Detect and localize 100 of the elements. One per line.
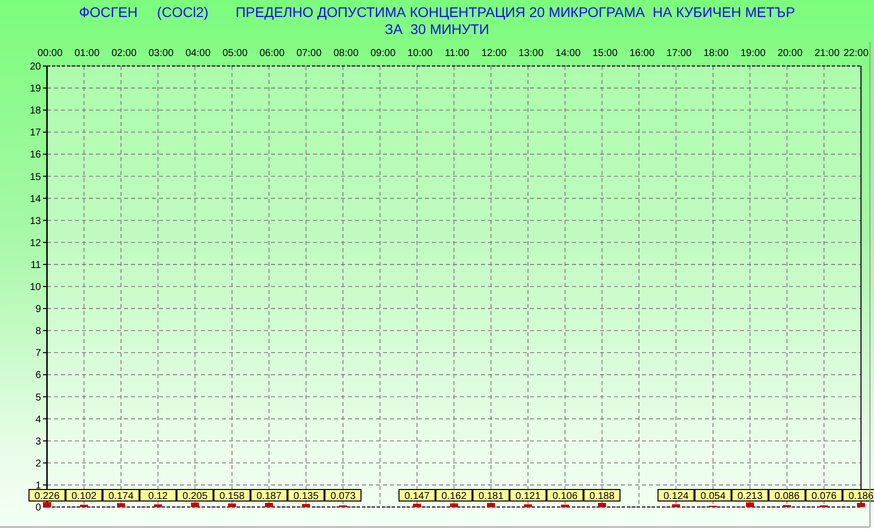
tick-label: 2 bbox=[35, 458, 41, 470]
data-label: 0.102 bbox=[66, 489, 102, 502]
chart-title: ФОСГЕН (COCl2) ПРЕДЕЛНО ДОПУСТИМА КОНЦЕНТРАЦИЯ 20 МИКРОГРАМА НА КУБИЧЕН МЕТЪР bbox=[78, 4, 796, 21]
tick-label: 19:00 bbox=[740, 48, 766, 59]
data-label: 0.054 bbox=[700, 491, 726, 502]
data-label: 0.12 bbox=[148, 491, 168, 502]
tick-label: 17:00 bbox=[666, 48, 692, 59]
tick-label: 15 bbox=[30, 172, 41, 183]
tick-label: 17 bbox=[30, 128, 41, 139]
tick-label: 18:00 bbox=[703, 48, 729, 59]
data-label: 0.086 bbox=[768, 489, 806, 502]
tick-label: 21:00 bbox=[814, 48, 840, 59]
bar bbox=[302, 504, 310, 507]
data-label: 0.124 bbox=[663, 491, 689, 502]
data-label: 0.181 bbox=[478, 491, 504, 502]
bar bbox=[524, 504, 532, 507]
tick-label: 14:00 bbox=[555, 48, 581, 59]
data-label: 0.188 bbox=[589, 491, 615, 502]
tick-label: 11:00 bbox=[444, 48, 470, 59]
tick-label: 13 bbox=[30, 216, 41, 227]
tick-label: 6 bbox=[35, 370, 41, 382]
data-label: 0.12 bbox=[140, 489, 176, 502]
data-label: 0.174 bbox=[102, 489, 140, 502]
data-label: 0.086 bbox=[774, 491, 800, 502]
bar bbox=[450, 503, 458, 507]
data-label: 0.121 bbox=[515, 491, 541, 502]
data-label: 0.205 bbox=[176, 489, 214, 502]
tick-label: 9 bbox=[35, 304, 41, 316]
data-label: 0.181 bbox=[472, 489, 510, 502]
tick-label: 19 bbox=[30, 84, 41, 95]
tick-label: 20 bbox=[30, 62, 41, 72]
data-label: 0.106 bbox=[552, 491, 578, 502]
data-label: 0.054 bbox=[694, 489, 732, 502]
data-label: 0.102 bbox=[71, 491, 97, 502]
bar bbox=[857, 502, 865, 507]
data-label: 0.073 bbox=[324, 489, 362, 502]
data-label: 0.124 bbox=[658, 489, 694, 502]
tick-label: 13:00 bbox=[518, 48, 544, 59]
tick-label: 06:00 bbox=[259, 48, 285, 59]
bar bbox=[117, 503, 125, 507]
bar bbox=[43, 502, 51, 507]
tick-label: 03:00 bbox=[148, 48, 174, 59]
tick-label: 04:00 bbox=[185, 48, 211, 59]
tick-label: 16 bbox=[30, 150, 41, 161]
data-label: 0.187 bbox=[256, 491, 282, 502]
tick-label: 00:00 bbox=[37, 48, 63, 59]
bar bbox=[487, 503, 495, 507]
tick-label: 18 bbox=[30, 106, 41, 117]
data-label: 0.188 bbox=[584, 489, 620, 502]
bar bbox=[672, 504, 680, 507]
data-label: 0.135 bbox=[293, 491, 319, 502]
data-label: 0.158 bbox=[219, 491, 245, 502]
tick-label: 16:00 bbox=[629, 48, 655, 59]
tick-label: 4 bbox=[35, 414, 41, 426]
tick-label: 3 bbox=[35, 436, 41, 448]
data-label: 0.205 bbox=[182, 491, 208, 502]
data-label: 0.213 bbox=[732, 489, 768, 502]
tick-label: 5 bbox=[35, 392, 41, 404]
tick-label: 11 bbox=[30, 260, 41, 271]
tick-label: 10 bbox=[30, 282, 41, 293]
data-label: 0.226 bbox=[28, 489, 66, 502]
data-label: 0.147 bbox=[404, 491, 430, 502]
tick-label: 01:00 bbox=[74, 48, 100, 59]
tick-label: 0 bbox=[35, 502, 41, 514]
data-label: 0.073 bbox=[330, 491, 356, 502]
data-label: 0.213 bbox=[737, 491, 763, 502]
bar bbox=[191, 502, 199, 507]
tick-label: 22:00 bbox=[843, 48, 869, 59]
tick-label: 14 bbox=[30, 194, 41, 205]
tick-label: 10:00 bbox=[407, 48, 433, 59]
bar bbox=[413, 504, 421, 507]
tick-label: 05:00 bbox=[222, 48, 248, 59]
tick-label: 12 bbox=[30, 238, 41, 249]
tick-label: 08:00 bbox=[333, 48, 359, 59]
bar bbox=[746, 502, 754, 507]
data-label: 0.121 bbox=[510, 489, 546, 502]
tick-label: 09:00 bbox=[370, 48, 396, 59]
bar bbox=[228, 504, 236, 507]
data-label: 0.162 bbox=[441, 491, 467, 502]
bar bbox=[265, 502, 273, 507]
tick-label: 7 bbox=[35, 348, 41, 360]
data-label: 0.135 bbox=[288, 489, 324, 502]
data-label: 0.162 bbox=[436, 489, 472, 502]
tick-label: 8 bbox=[35, 326, 41, 338]
data-label: 0.076 bbox=[806, 489, 842, 502]
bar bbox=[561, 504, 569, 507]
data-label: 0.174 bbox=[108, 491, 134, 502]
bar bbox=[598, 502, 606, 507]
tick-label: 20:00 bbox=[777, 48, 803, 59]
data-label: 0.076 bbox=[811, 491, 837, 502]
chart-title: ЗА 30 МИНУТИ bbox=[384, 21, 490, 38]
bar bbox=[154, 504, 162, 507]
tick-label: 15:00 bbox=[592, 48, 618, 59]
tick-label: 02:00 bbox=[111, 48, 137, 59]
data-label: 0.147 bbox=[398, 489, 436, 502]
data-label: 0.226 bbox=[34, 491, 60, 502]
bar bbox=[80, 504, 88, 507]
tick-label: 12:00 bbox=[481, 48, 507, 59]
data-label: 0.158 bbox=[214, 489, 250, 502]
tick-label: 07:00 bbox=[296, 48, 322, 59]
